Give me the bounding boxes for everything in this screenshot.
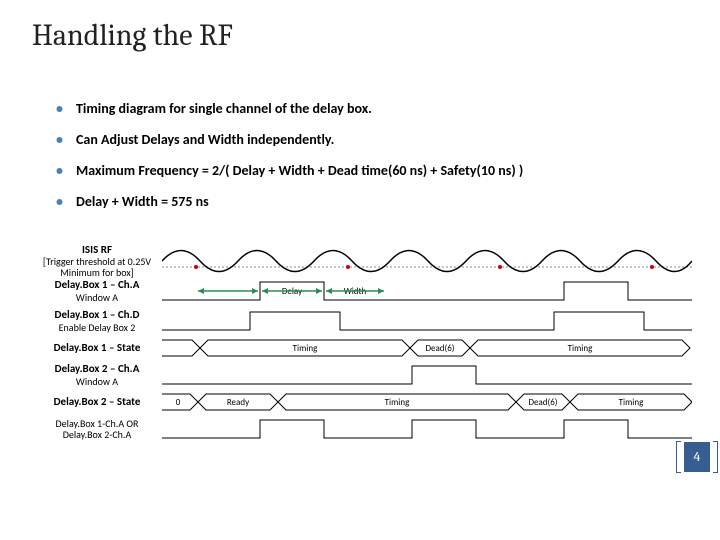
bullet-list: Timing diagram for single channel of the… (56, 100, 688, 224)
sine-wave-icon (162, 246, 692, 276)
pulse-wave (162, 414, 692, 444)
track-label-db1-state: Delay.Box 1 – State (32, 342, 162, 354)
svg-text:Timing: Timing (385, 397, 410, 408)
track-label-db1-cha: Delay.Box 1 – Ch.AWindow A (32, 279, 162, 302)
svg-text:Dead(6): Dead(6) (425, 343, 454, 354)
bus-wave: Timing Dead(6) Timing (162, 336, 692, 360)
track-label-db2-state: Delay.Box 2 – State (32, 396, 162, 408)
pulse-wave (162, 306, 692, 336)
bullet-item: Maximum Frequency = 2/( Delay + Width + … (56, 162, 688, 179)
track-label-or: Delay.Box 1-Ch.A ORDelay.Box 2-Ch.A (32, 418, 162, 440)
bus-wave: 0 Ready Timing Dead(6) Timing (162, 390, 692, 414)
track-label-db2-cha: Delay.Box 2 – Ch.AWindow A (32, 363, 162, 386)
bullet-item: Can Adjust Delays and Width independentl… (56, 131, 688, 148)
svg-text:Dead(6): Dead(6) (528, 397, 557, 408)
page-number-badge: 4 (684, 442, 710, 472)
svg-text:Timing: Timing (619, 397, 644, 408)
bullet-item: Timing diagram for single channel of the… (56, 100, 688, 117)
svg-text:0: 0 (176, 397, 181, 408)
pulse-wave (162, 360, 692, 390)
svg-text:Timing: Timing (568, 343, 593, 354)
svg-text:Ready: Ready (227, 397, 250, 408)
svg-text:Timing: Timing (293, 343, 318, 354)
bullet-item: Delay + Width = 575 ns (56, 193, 688, 210)
timing-diagram: ISIS RF [Trigger threshold at 0.25V Mini… (32, 246, 692, 494)
track-label-db1-chd: Delay.Box 1 – Ch.DEnable Delay Box 2 (32, 309, 162, 332)
pulse-wave: Delay Width (162, 276, 692, 306)
slide-title: Handling the RF (32, 18, 233, 53)
track-label-isis-rf: ISIS RF [Trigger threshold at 0.25V Mini… (32, 244, 162, 278)
